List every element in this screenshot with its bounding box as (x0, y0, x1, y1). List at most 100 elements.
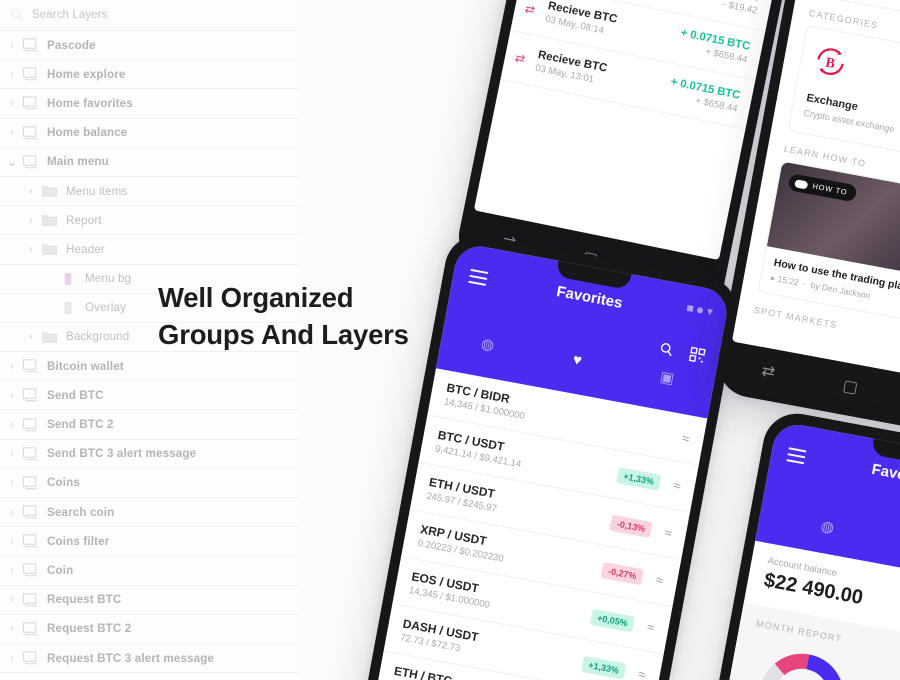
folder-icon (41, 212, 58, 228)
artboard-icon (22, 622, 38, 636)
artboard-icon (22, 621, 39, 637)
layer-label: Send BTC 3 alert message (47, 447, 197, 461)
chevron-right-icon[interactable]: › (23, 329, 39, 345)
rectangle-icon (64, 272, 72, 285)
layer-row-pascode[interactable]: › Pascode (0, 31, 300, 61)
chevron-right-icon[interactable]: › (4, 562, 20, 578)
layer-row-main-menu[interactable]: ⌄ Main menu (0, 148, 300, 177)
layer-row-send-btc[interactable]: › Send BTC (0, 381, 300, 411)
artboard-icon (22, 592, 38, 606)
design-preview-canvas: Search Layers › Pascode › Home explore › H… (0, 0, 900, 680)
artboard-icon (22, 155, 38, 169)
chevron-right-icon[interactable]: › (4, 650, 20, 666)
layer-row-btc-address[interactable]: › BTC Address (0, 673, 300, 680)
chevron-right-icon[interactable]: › (4, 592, 20, 608)
phone-screen: Favorites ◍♥ Account balance $22 490.00 … (683, 420, 900, 680)
layer-row-send-btc-2[interactable]: › Send BTC 2 (0, 410, 300, 440)
layer-label: Main menu (47, 155, 109, 169)
chevron-right-icon[interactable]: › (4, 387, 20, 403)
artboard-icon (22, 125, 38, 139)
search-icon[interactable] (658, 341, 675, 358)
layer-row-report[interactable]: › Report (0, 206, 300, 236)
layer-label: Request BTC (47, 593, 122, 607)
layer-label: Request BTC 2 (47, 622, 132, 636)
recent-apps-icon[interactable]: ⇄ (760, 362, 776, 381)
layer-label: Background (66, 330, 130, 344)
artboard-icon (22, 533, 39, 549)
artboard-icon (22, 38, 38, 52)
layer-label: Home explore (47, 67, 126, 81)
compass-icon[interactable]: ◍ (819, 517, 835, 537)
wallet-icon[interactable]: ▣ (659, 367, 676, 387)
artboard-icon (22, 476, 38, 490)
layer-label: Header (66, 242, 105, 256)
chevron-right-icon[interactable]: › (4, 358, 20, 374)
layer-row-menu-items[interactable]: › Menu items (0, 177, 300, 207)
layer-row-coins[interactable]: › Coins (0, 469, 300, 498)
sparkline-icon: ≈ (645, 619, 656, 636)
chevron-right-icon[interactable]: › (4, 125, 20, 141)
pair-label: ETH / BTC (392, 663, 454, 680)
layer-row-bitcoin-wallet[interactable]: › Bitcoin wallet (0, 352, 300, 382)
chevron-right-icon[interactable]: › (23, 241, 39, 257)
change-badge: -0,27% (600, 561, 644, 585)
rectangle-icon (60, 300, 77, 316)
artboard-icon (22, 504, 39, 520)
search-input[interactable]: Search Layers (32, 9, 107, 21)
layer-row-request-btc-3-alert-message[interactable]: › Request BTC 3 alert message (0, 644, 300, 674)
layer-row-header[interactable]: › Header (0, 235, 300, 265)
artboard-icon (22, 417, 38, 431)
layer-label: Search coin (47, 505, 115, 519)
sparkline-icon: ≈ (663, 524, 674, 541)
layer-row-home-balance[interactable]: › Home balance (0, 119, 300, 148)
transaction-fiat: - $19.42 (721, 0, 759, 17)
folder-icon (41, 215, 58, 226)
layer-row-coins-filter[interactable]: › Coins filter (0, 527, 300, 557)
layer-row-home-favorites[interactable]: › Home favorites (0, 89, 300, 119)
layer-row-send-btc-3-alert-message[interactable]: › Send BTC 3 alert message (0, 440, 300, 469)
chevron-right-icon[interactable]: › (4, 621, 20, 637)
chevron-right-icon[interactable]: › (4, 504, 20, 520)
chevron-right-icon[interactable]: › (23, 183, 39, 199)
chevron-right-icon[interactable]: › (23, 212, 39, 228)
layers-list[interactable]: › Pascode › Home explore › Home favorites ›… (0, 31, 300, 680)
change-badge: +1,33% (616, 466, 662, 491)
artboard-icon (22, 447, 38, 460)
layer-label: Menu bg (85, 272, 132, 286)
layer-row-home-explore[interactable]: › Home explore (0, 60, 300, 90)
layer-row-search-coin[interactable]: › Search coin (0, 498, 300, 528)
layer-label: Bitcoin wallet (47, 359, 124, 373)
howto-badge: HOW TO (787, 173, 858, 203)
chevron-right-icon[interactable]: › (4, 446, 20, 462)
compass-icon[interactable]: ◍ (480, 334, 496, 354)
qr-code-icon[interactable] (688, 346, 706, 363)
layer-label: Home favorites (47, 96, 133, 110)
heart-icon[interactable]: ♥ (571, 351, 583, 370)
layer-row-coin[interactable]: › Coin (0, 556, 300, 586)
chevron-down-icon[interactable]: ⌄ (4, 154, 20, 170)
howto-badge-label: HOW TO (811, 181, 849, 197)
chevron-right-icon[interactable]: › (4, 37, 20, 53)
chevron-right-icon[interactable]: › (4, 66, 20, 82)
chevron-right-icon[interactable]: › (4, 533, 20, 549)
artboard-icon (22, 37, 39, 53)
folder-icon (41, 186, 58, 197)
artboard-icon (22, 388, 38, 402)
artboard-icon (22, 446, 39, 462)
search-icon (11, 9, 23, 21)
change-badge: +1,33% (581, 655, 627, 680)
rectangle-icon (64, 301, 72, 314)
layer-label: Coins filter (47, 534, 110, 548)
chevron-right-icon[interactable]: › (4, 417, 20, 433)
headline-line-2: Groups And Layers (158, 319, 409, 351)
chevron-right-icon[interactable]: › (4, 95, 20, 111)
layer-row-request-btc-2[interactable]: › Request BTC 2 (0, 615, 300, 644)
artboard-icon (22, 475, 39, 491)
chevron-right-icon[interactable]: › (4, 475, 20, 491)
folder-icon (41, 329, 58, 345)
layer-row-request-btc[interactable]: › Request BTC (0, 586, 300, 615)
search-layers-row[interactable]: Search Layers (0, 0, 300, 31)
artboard-icon (22, 387, 39, 403)
artboard-icon (22, 66, 39, 82)
home-icon[interactable]: ▢ (841, 377, 859, 396)
